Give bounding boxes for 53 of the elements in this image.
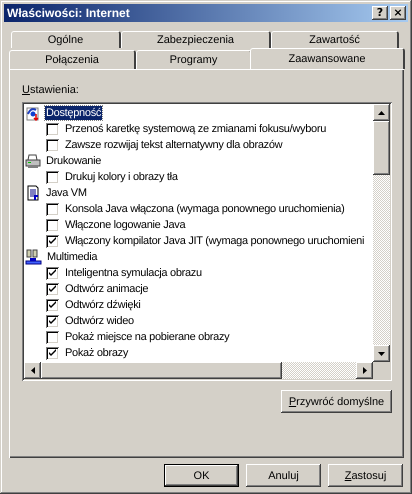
- checkbox[interactable]: [46, 346, 59, 360]
- checkbox[interactable]: [46, 330, 59, 344]
- down-arrow-icon[interactable]: [378, 352, 385, 356]
- option-label: Odtwórz dźwięki: [65, 298, 141, 312]
- option-label: Pokaż obrazy: [65, 346, 128, 360]
- horizontal-scrollbar[interactable]: [24, 362, 373, 379]
- tab[interactable]: Połączenia: [9, 50, 136, 69]
- checkbox[interactable]: [46, 170, 59, 184]
- tab[interactable]: Zawartość: [271, 31, 399, 48]
- left-arrow-icon[interactable]: [30, 367, 34, 374]
- checkbox[interactable]: [46, 282, 59, 296]
- checkbox[interactable]: [46, 122, 59, 136]
- option-label: Włączony kompilator Java JIT (wymaga ponownego uruchomieni: [65, 234, 364, 248]
- cancel-button[interactable]: Anuluj: [246, 464, 321, 487]
- check-icon: [48, 348, 57, 358]
- tab[interactable]: Zabezpieczenia: [121, 31, 271, 48]
- multimedia-icon: [25, 249, 42, 265]
- checkbox[interactable]: [46, 234, 59, 248]
- option-label: Konsola Java włączona (wymaga ponownego uruchomienia): [65, 202, 344, 216]
- option-label: Zawsze rozwijaj tekst alternatywny dla obrazów: [65, 138, 282, 152]
- close-button[interactable]: ×: [390, 6, 406, 20]
- scroll-thumb[interactable]: [373, 121, 390, 175]
- checkbox[interactable]: [46, 218, 59, 232]
- help-button[interactable]: ?: [372, 6, 388, 20]
- right-arrow-icon[interactable]: [362, 367, 366, 374]
- checkbox[interactable]: [46, 314, 59, 328]
- vertical-scrollbar[interactable]: [373, 104, 390, 362]
- tab[interactable]: Programy: [136, 50, 252, 69]
- settings-label: Ustawienia:: [22, 84, 79, 96]
- checkbox[interactable]: [46, 298, 59, 312]
- ok-button[interactable]: OK: [164, 464, 239, 487]
- option-label: Przenoś karetkę systemową ze zmianami fokusu/wyboru: [65, 122, 326, 136]
- scroll-thumb[interactable]: [41, 362, 282, 379]
- window-title: Właściwości: Internet: [7, 6, 131, 20]
- check-icon: [48, 236, 57, 246]
- category-label[interactable]: Multimedia: [46, 250, 98, 264]
- option-label: Włączone logowanie Java: [65, 218, 186, 232]
- checkbox[interactable]: [46, 266, 59, 280]
- tab[interactable]: Zaawansowane: [250, 48, 405, 69]
- tab[interactable]: Ogólne: [11, 31, 121, 48]
- category-label[interactable]: Java VM: [45, 186, 88, 200]
- option-label: Pokaż miejsce na pobierane obrazy: [65, 330, 230, 344]
- up-arrow-icon[interactable]: [378, 110, 385, 114]
- category-label[interactable]: Drukowanie: [45, 154, 102, 168]
- option-label: Odtwórz wideo: [65, 314, 134, 328]
- option-label: Odtwórz animacje: [65, 282, 148, 296]
- option-label: Drukuj kolory i obrazy tła: [65, 170, 178, 184]
- checkbox[interactable]: [46, 138, 59, 152]
- option-label: Inteligentna symulacja obrazu: [65, 266, 202, 280]
- restore-defaults-button[interactable]: Przywróć domyślne: [281, 390, 392, 413]
- checkbox[interactable]: [46, 202, 59, 216]
- category-label[interactable]: Dostępność: [45, 106, 102, 120]
- apply-button[interactable]: Zastosuj: [328, 464, 403, 487]
